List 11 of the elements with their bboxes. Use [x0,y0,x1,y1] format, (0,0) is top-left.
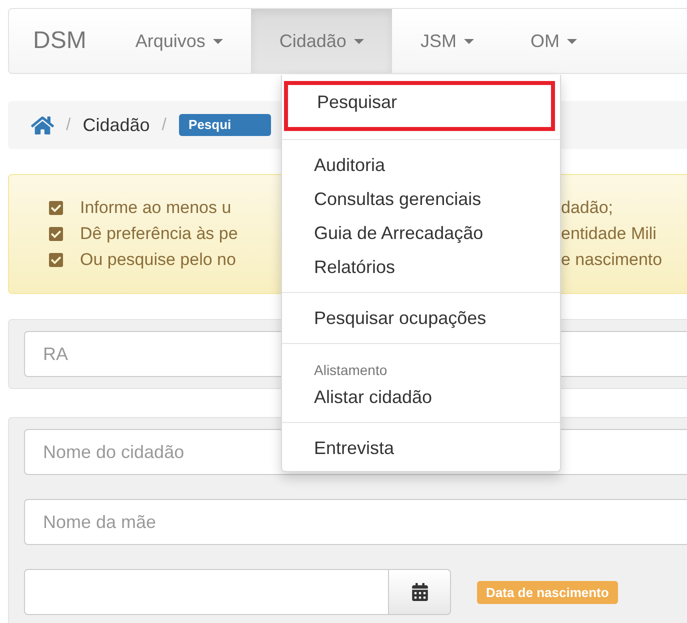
current-page-label: Pesqui [178,114,272,136]
alert-text: dadão; [561,198,613,218]
menu-header: Alistamento [313,361,388,380]
alert-text: Informe ao menos u [80,198,232,217]
alert-text: Dê preferência às pe [80,224,238,243]
alert-text: Ou pesquise pelo no [80,250,236,269]
breadcrumb-separator: / [66,115,71,135]
date-label: Data de nascimento [477,580,618,604]
alert-text: entidade Mili [561,224,656,244]
breadcrumb-separator: / [162,115,167,135]
alert-text: e nascimento [561,250,662,270]
